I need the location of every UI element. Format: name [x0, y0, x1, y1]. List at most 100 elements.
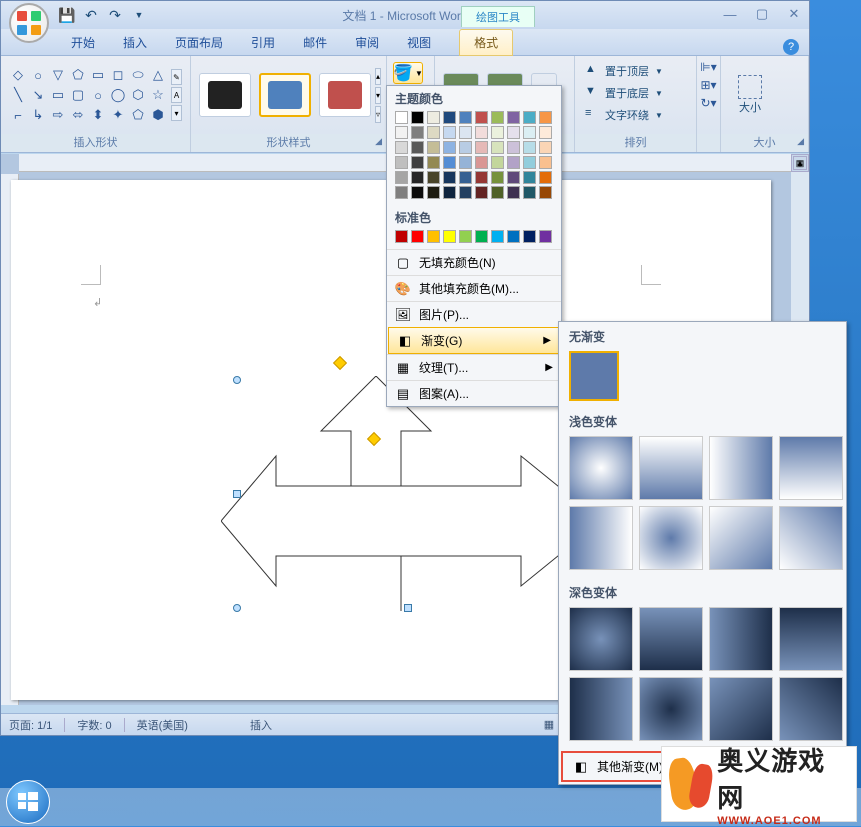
tab-view[interactable]: 视图 [393, 30, 445, 55]
color-swatch[interactable] [395, 186, 408, 199]
color-swatch[interactable] [523, 111, 536, 124]
color-swatch[interactable] [491, 111, 504, 124]
color-swatch[interactable] [523, 186, 536, 199]
shape-icon[interactable]: ╲ [9, 86, 27, 104]
close-button[interactable]: ✕ [785, 5, 803, 23]
shape-icon[interactable]: △ [149, 66, 167, 84]
color-swatch[interactable] [395, 156, 408, 169]
group-button[interactable]: ⊞▾ [700, 78, 716, 92]
color-swatch[interactable] [411, 156, 424, 169]
align-button[interactable]: ⊫▾ [700, 60, 716, 74]
maximize-button[interactable]: ▢ [753, 5, 771, 23]
shape-icon[interactable]: ⬢ [149, 106, 167, 124]
color-swatch[interactable] [507, 111, 520, 124]
resize-handle[interactable] [404, 604, 412, 612]
color-swatch[interactable] [475, 126, 488, 139]
gradient-preset[interactable] [779, 607, 843, 671]
gradient-preset[interactable] [709, 677, 773, 741]
color-swatch[interactable] [427, 171, 440, 184]
shape-icon[interactable]: ▢ [69, 86, 87, 104]
gradient-preset[interactable] [779, 436, 843, 500]
gradient-preset[interactable] [639, 506, 703, 570]
picture-fill-item[interactable]: 🖼图片(P)... [387, 301, 561, 327]
color-swatch[interactable] [491, 186, 504, 199]
shape-icon[interactable]: ⬍ [89, 106, 107, 124]
shape-icon[interactable]: ⬄ [69, 106, 87, 124]
color-swatch[interactable] [491, 230, 504, 243]
dialog-launcher-icon[interactable]: ◢ [797, 136, 804, 147]
shape-icon[interactable]: ◻ [109, 66, 127, 84]
color-swatch[interactable] [443, 156, 456, 169]
color-swatch[interactable] [427, 230, 440, 243]
gradient-preset[interactable] [779, 677, 843, 741]
color-swatch[interactable] [475, 141, 488, 154]
gradient-fill-item[interactable]: ◧渐变(G)▶ [388, 327, 560, 354]
pattern-fill-item[interactable]: ▤图案(A)... [387, 380, 561, 406]
color-swatch[interactable] [507, 126, 520, 139]
color-swatch[interactable] [507, 186, 520, 199]
color-swatch[interactable] [427, 156, 440, 169]
gallery-more-icon[interactable]: ▿ [375, 106, 381, 123]
color-swatch[interactable] [395, 141, 408, 154]
gradient-preset[interactable] [569, 607, 633, 671]
color-swatch[interactable] [491, 126, 504, 139]
shape-icon[interactable]: ⬡ [129, 86, 147, 104]
color-swatch[interactable] [475, 171, 488, 184]
style-preset[interactable] [199, 73, 251, 117]
color-swatch[interactable] [427, 126, 440, 139]
office-button[interactable] [9, 3, 49, 43]
gradient-preset[interactable] [779, 506, 843, 570]
color-swatch[interactable] [507, 141, 520, 154]
shape-fill-button[interactable]: 🪣▼ [393, 62, 423, 84]
style-preset[interactable] [259, 73, 311, 117]
color-swatch[interactable] [459, 186, 472, 199]
color-swatch[interactable] [427, 141, 440, 154]
gradient-preset[interactable] [569, 677, 633, 741]
color-swatch[interactable] [459, 111, 472, 124]
shape-icon[interactable]: ○ [89, 86, 107, 104]
dialog-launcher-icon[interactable]: ◢ [375, 136, 382, 147]
color-swatch[interactable] [539, 186, 552, 199]
color-swatch[interactable] [539, 141, 552, 154]
ruler-toggle-icon[interactable]: ▦ [793, 156, 807, 170]
color-swatch[interactable] [507, 230, 520, 243]
language-status[interactable]: 英语(美国) [137, 717, 188, 733]
text-box-icon[interactable]: A [171, 87, 182, 103]
color-swatch[interactable] [539, 111, 552, 124]
color-swatch[interactable] [475, 111, 488, 124]
color-swatch[interactable] [443, 171, 456, 184]
shape-icon[interactable]: ⌐ [9, 106, 27, 124]
shape-icon[interactable]: ▭ [49, 86, 67, 104]
gradient-preset[interactable] [709, 436, 773, 500]
color-swatch[interactable] [459, 156, 472, 169]
color-swatch[interactable] [523, 230, 536, 243]
color-swatch[interactable] [475, 186, 488, 199]
color-swatch[interactable] [411, 186, 424, 199]
text-wrap-button[interactable]: ≡文字环绕▼ [579, 104, 692, 126]
color-swatch[interactable] [491, 141, 504, 154]
style-preset[interactable] [319, 73, 371, 117]
resize-handle[interactable] [233, 604, 241, 612]
color-swatch[interactable] [523, 156, 536, 169]
undo-icon[interactable]: ↶ [81, 5, 101, 25]
no-fill-item[interactable]: ▢无填充颜色(N) [387, 249, 561, 275]
texture-fill-item[interactable]: ▦纹理(T)...▶ [387, 354, 561, 380]
help-icon[interactable]: ? [783, 39, 799, 55]
send-to-back-button[interactable]: ▼置于底层▼ [579, 82, 692, 104]
rotate-button[interactable]: ↻▾ [700, 96, 716, 110]
resize-handle[interactable] [233, 490, 241, 498]
shape-icon[interactable]: ▽ [49, 66, 67, 84]
color-swatch[interactable] [411, 230, 424, 243]
shape-icon[interactable]: ↳ [29, 106, 47, 124]
shape-icon[interactable]: ⬠ [69, 66, 87, 84]
shape-icon[interactable]: ○ [29, 66, 47, 84]
minimize-button[interactable]: — [721, 5, 739, 23]
color-swatch[interactable] [539, 171, 552, 184]
tab-home[interactable]: 开始 [57, 30, 109, 55]
shape-icon[interactable]: ⇨ [49, 106, 67, 124]
shape-icon[interactable]: ⬠ [129, 106, 147, 124]
tab-format[interactable]: 格式 [459, 29, 513, 56]
start-button[interactable] [6, 780, 50, 824]
color-swatch[interactable] [411, 141, 424, 154]
gradient-preset[interactable] [709, 607, 773, 671]
